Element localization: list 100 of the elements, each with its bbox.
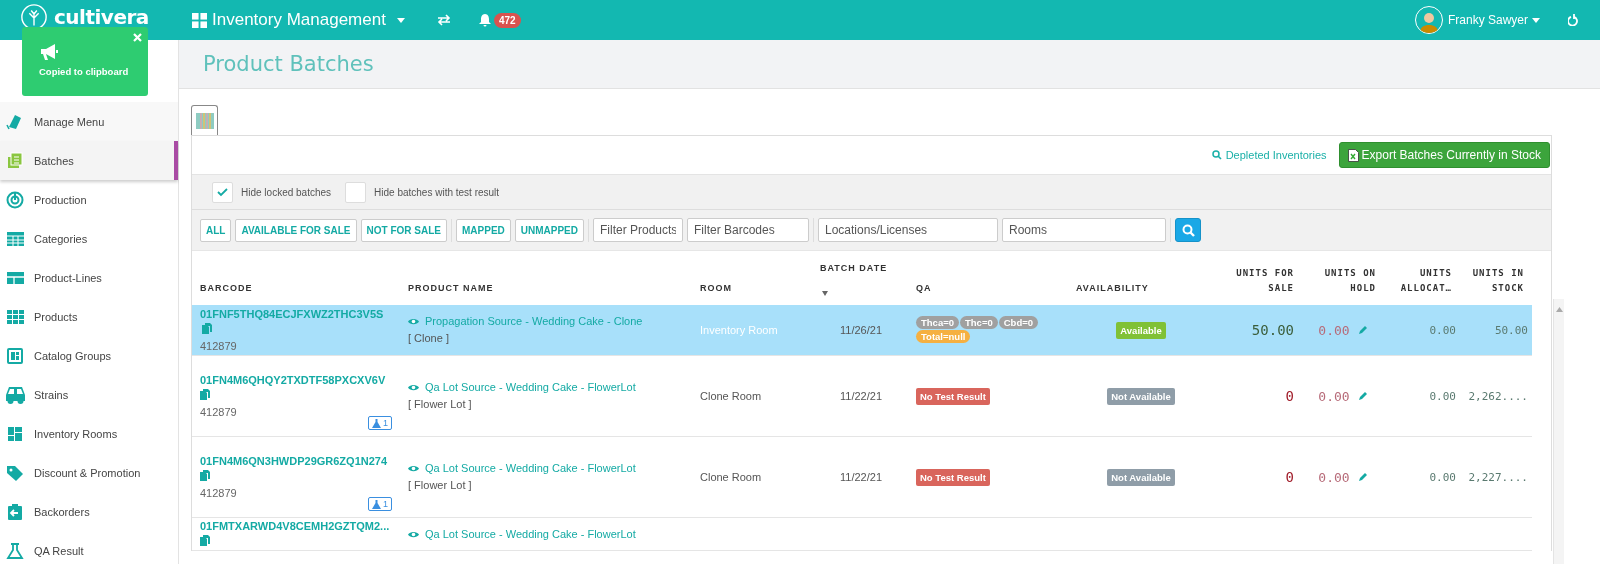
units-for-sale: 0 [1285, 388, 1294, 404]
units-in-stock: 2,262.... [1468, 389, 1528, 403]
lot-number: 412879 [200, 486, 238, 501]
target-icon [6, 190, 25, 209]
checkbox-label: Hide batches with test result [374, 186, 500, 198]
test-count-badge[interactable]: 1 [368, 497, 392, 511]
column-header[interactable]: UNITS IN STOCK [1464, 266, 1524, 296]
pencil-icon[interactable] [1357, 324, 1368, 335]
checkbox[interactable] [345, 181, 367, 203]
sort-desc-icon[interactable] [822, 291, 828, 296]
swap-arrows-icon[interactable] [436, 14, 451, 26]
megaphone-icon [39, 43, 61, 61]
rooms-icon [6, 424, 25, 443]
column-header[interactable]: BATCH DATE [820, 261, 900, 276]
filter-field[interactable]: Locations/Licenses [818, 218, 998, 242]
column-header[interactable]: UNITS ON HOLD [1306, 266, 1376, 296]
checkmark-icon [217, 187, 228, 197]
copy-icon[interactable] [200, 470, 210, 481]
copy-icon[interactable] [200, 389, 210, 400]
eye-icon [408, 530, 419, 538]
column-header[interactable]: UNITS FOR SALE [1218, 266, 1294, 296]
power-icon[interactable] [1568, 14, 1580, 26]
date-cell: 11/22/21 [840, 390, 882, 402]
barcode-icon [195, 112, 214, 129]
table-icon [6, 229, 25, 248]
column-header[interactable]: QA [916, 281, 1060, 296]
clipboard-icon [6, 502, 25, 521]
copy-icon[interactable] [202, 323, 212, 334]
availability-status: Not Available [1107, 387, 1175, 405]
column-header[interactable]: UNITS ALLOCAT… [1388, 266, 1452, 296]
search-icon [1211, 150, 1222, 160]
table-row[interactable]: 01FN4M6QHQY2TXDTF58PXCXV6V 412879 1 Qa Lot Source - Wedding Cake - FlowerLot [ Flower Lot ] Clone Room 11/22/21 No Test Result Not Available 0 0.00 0.00 2,262.... [192, 355, 1532, 437]
grid-icon [6, 307, 25, 326]
eye-icon [408, 384, 419, 391]
barcode-view-tab[interactable] [191, 105, 218, 135]
filter-field[interactable]: Filter Products [593, 218, 683, 242]
sidebar-item[interactable]: Manage Menu [0, 102, 178, 141]
table-row[interactable]: 01FN4M6QN3HWDP29GR6ZQ1N274 412879 1 Qa Lot Source - Wedding Cake - FlowerLot [ Flower Lot ] Clone Room 11/22/21 No Test Result Not Available 0 0.00 0.00 2,227.... [192, 436, 1532, 518]
product-type: [ Flower Lot ] [408, 478, 473, 493]
lot-number: 412879 [200, 339, 238, 354]
test-count-badge[interactable]: 1 [368, 416, 392, 430]
column-header[interactable]: PRODUCT NAME [408, 281, 684, 296]
units-for-sale: 0 [1285, 469, 1294, 485]
notification-count: 472 [493, 12, 521, 28]
column-header[interactable]: BARCODE [200, 281, 392, 296]
bell-icon[interactable] [478, 13, 491, 27]
sidebar-item[interactable]: Catalog Groups [0, 336, 178, 375]
column-header[interactable]: ROOM [700, 281, 804, 296]
room-cell: Clone Room [700, 471, 762, 483]
sidebar-item[interactable]: Categories [0, 219, 178, 258]
sidebar-item[interactable]: Product-Lines [0, 258, 178, 297]
table-row[interactable]: 01FNF5THQ84ECJFXWZ2THC3V5S 412879 Propagation Source - Wedding Cake - Clone [ Clone ] Inventory Room 11/26/21 Thca=0 Thc=0 Cbd=0 Total=null Available 50.00 0.00 0.00 50.00 [192, 305, 1532, 356]
search-button[interactable] [1175, 218, 1201, 242]
units-for-sale: 50.00 [1251, 322, 1294, 338]
sidebar-item[interactable]: Inventory Rooms [0, 414, 178, 453]
units-allocated: 0.00 [1429, 389, 1456, 403]
spreadsheet-file-icon [1347, 148, 1359, 162]
date-cell: 11/26/21 [840, 324, 882, 336]
availability-status: Not Available [1107, 468, 1175, 486]
sidebar-item[interactable]: Discount & Promotion [0, 453, 178, 492]
scroll-up-icon[interactable] [1555, 307, 1563, 312]
qa-tag: No Test Result [916, 468, 990, 486]
qa-tag: Thc=0 [960, 316, 998, 329]
caret-icon [396, 17, 405, 23]
units-on-hold: 0.00 [1318, 469, 1350, 485]
car-icon [6, 385, 25, 404]
room-cell: Clone Room [700, 390, 762, 402]
qa-tag: Thca=0 [916, 316, 959, 329]
sidebar-item[interactable]: Batches [0, 141, 178, 180]
units-in-stock: 2,227.... [1468, 470, 1528, 484]
search-icon [1181, 223, 1195, 237]
catalog-icon [6, 346, 25, 365]
close-icon[interactable] [133, 33, 142, 42]
document-stack-icon [6, 151, 25, 170]
page-title: Product Batches [203, 52, 374, 76]
units-in-stock: 50.00 [1494, 323, 1528, 337]
qa-tag: No Test Result [916, 387, 990, 405]
sidebar-item[interactable]: Production [0, 180, 178, 219]
column-header[interactable]: AVAILABILITY [1076, 281, 1206, 296]
filter-field[interactable]: Rooms [1002, 218, 1166, 242]
copy-icon[interactable] [200, 535, 210, 546]
sidebar-item[interactable]: Products [0, 297, 178, 336]
checkbox[interactable] [212, 181, 233, 203]
sidebar-item[interactable]: Backorders [0, 492, 178, 531]
date-cell: 11/22/21 [840, 471, 882, 483]
flask-icon [6, 541, 25, 560]
caret-icon [1532, 17, 1540, 23]
scrollbar[interactable] [1553, 299, 1564, 564]
pencil-icon[interactable] [1357, 471, 1368, 482]
sidebar-item[interactable]: QA Result [0, 531, 178, 564]
pencil-icon[interactable] [1357, 390, 1368, 401]
units-allocated: 0.00 [1429, 323, 1456, 337]
filter-field[interactable]: Filter Barcodes [687, 218, 809, 242]
grid-icon [192, 12, 207, 28]
logo: cultivera [54, 7, 149, 27]
sidebar-item[interactable]: Strains [0, 375, 178, 414]
qa-tag: Cbd=0 [998, 316, 1039, 329]
tag-icon [6, 463, 25, 482]
units-on-hold: 0.00 [1318, 388, 1350, 404]
toast-message: Copied to clipboard [39, 66, 129, 77]
